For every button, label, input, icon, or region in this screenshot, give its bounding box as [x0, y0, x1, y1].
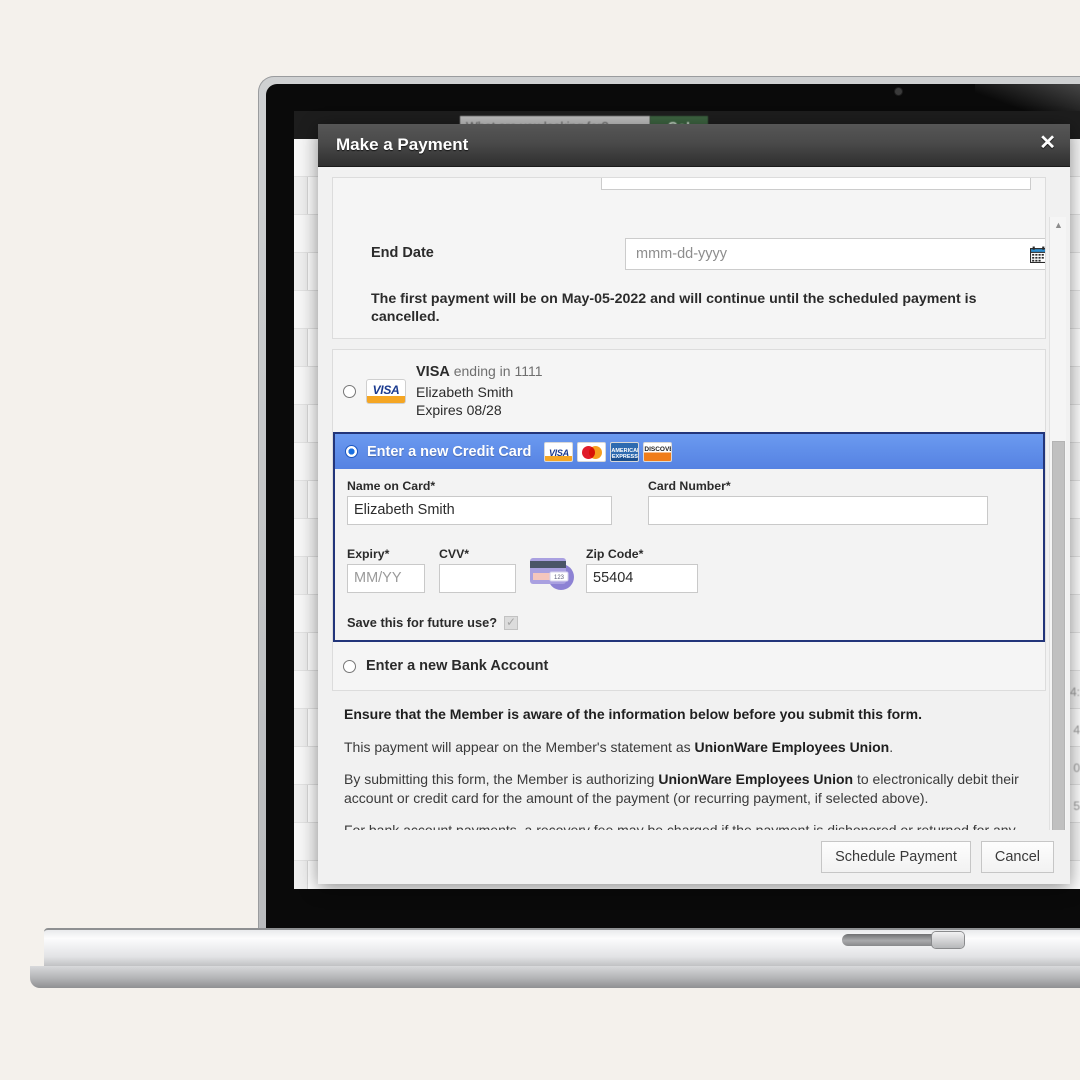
expiry-label-text: Expiry [347, 547, 385, 562]
first-payment-note: The first payment will be on May-05-2022… [371, 291, 977, 326]
zip-code-label-text: Zip Code [586, 547, 639, 562]
required-marker: * [384, 547, 390, 562]
calendar-icon[interactable] [1030, 246, 1046, 263]
accepted-card-brands: VISA AMERICAN EXPRESS DISCOVER [544, 441, 673, 462]
saved-card-expiry: Expires 08/28 [416, 402, 502, 419]
disclosure-heading: Ensure that the Member is aware of the i… [344, 706, 922, 723]
disclosure-line3-pre: By submitting this form, the Member is a… [344, 771, 659, 788]
new-bank-account-label: Enter a new Bank Account [366, 658, 549, 675]
discover-brand-text: DISCOVER [644, 445, 671, 453]
end-date-input[interactable]: mmm-dd-yyyy [625, 238, 1046, 270]
save-for-future-label: Save this for future use? [347, 615, 498, 631]
saved-card-ending: ending in 1111 [453, 363, 543, 379]
visa-brand-icon: VISA [544, 441, 574, 462]
credit-card-cvv-icon: 123 [530, 558, 574, 591]
make-a-payment-modal: Make a Payment ✕ ▲ ▼ End Date mmm-dd-yyy… [318, 124, 1070, 884]
zip-code-field: Zip Code* 55404 [586, 547, 698, 594]
cvv-label-text: CVV [439, 547, 465, 562]
disclosure-line3-org: UnionWare Employees Union [658, 771, 854, 788]
expiry-field: Expiry* MM/YY [347, 547, 425, 594]
name-on-card-input[interactable]: Elizabeth Smith [347, 496, 612, 526]
disclosure-line2-post: . [889, 738, 894, 755]
new-credit-card-label: Enter a new Credit Card [367, 443, 532, 460]
expiry-label: Expiry* [347, 547, 425, 561]
schedule-panel: End Date mmm-dd-yyyy The first payment w… [332, 177, 1046, 339]
saved-card-brand: VISA [416, 364, 450, 380]
card-number-label: Card Number* [648, 479, 988, 493]
site-value: 4 [1073, 723, 1080, 737]
cvv-field: CVV* [439, 547, 516, 594]
disclosure-statement-line: This payment will appear on the Member's… [344, 738, 1046, 756]
modal-header: Make a Payment ✕ [318, 124, 1070, 167]
saved-card-details: VISA ending in 1111 Elizabeth Smith Expi… [416, 362, 542, 420]
new-credit-card-header[interactable]: Enter a new Credit Card VISA AMERICAN EX… [335, 434, 1043, 470]
credit-card-form: Name on Card* Elizabeth Smith Card Numbe… [335, 469, 1043, 640]
name-on-card-label: Name on Card* [347, 479, 612, 493]
end-date-label: End Date [371, 245, 434, 261]
new-bank-account-radio[interactable] [343, 659, 356, 673]
new-credit-card-option: Enter a new Credit Card VISA AMERICAN EX… [333, 432, 1045, 643]
schedule-payment-button[interactable]: Schedule Payment [821, 841, 971, 873]
visa-logo-icon: VISA [366, 378, 406, 404]
site-value: 5 [1073, 799, 1080, 813]
visa-brand-text: VISA [548, 447, 569, 458]
card-number-field: Card Number* [648, 479, 988, 526]
laptop-base-lower [30, 966, 1080, 988]
save-for-future-row: Save this for future use? [347, 615, 1031, 630]
site-value: 0 [1073, 761, 1080, 775]
card-number-label-text: Card Number [648, 479, 726, 494]
amex-brand-text: AMERICAN EXPRESS [611, 447, 640, 460]
scene: What are you looking for? Go! [0, 0, 1080, 1080]
visa-logo-text: VISA [372, 382, 400, 397]
svg-text:123: 123 [554, 575, 565, 581]
required-marker: * [464, 547, 470, 562]
name-on-card-field: Name on Card* Elizabeth Smith [347, 479, 612, 526]
disclosure-line2-org: UnionWare Employees Union [694, 738, 890, 755]
start-date-input-partial[interactable] [601, 178, 1031, 190]
cancel-button[interactable]: Cancel [980, 841, 1054, 873]
mastercard-brand-icon [577, 441, 607, 462]
payment-methods-panel: VISA VISA ending in 1111 Elizabeth Smith… [332, 349, 1046, 692]
expiry-input[interactable]: MM/YY [347, 564, 425, 594]
scrollbar-thumb[interactable] [1052, 441, 1065, 858]
modal-body: ▲ ▼ End Date mmm-dd-yyyy [318, 167, 1070, 884]
disclosure-line2-pre: This payment will appear on the Member's… [344, 738, 695, 755]
discover-brand-icon: DISCOVER [643, 441, 673, 462]
close-icon[interactable]: ✕ [1039, 132, 1056, 154]
disclosure-authorization-line: By submitting this form, the Member is a… [344, 770, 1046, 807]
webcam-icon [895, 88, 902, 95]
saved-card-holder: Elizabeth Smith [416, 383, 514, 400]
new-credit-card-radio[interactable] [345, 445, 358, 459]
saved-card-radio[interactable] [343, 384, 356, 398]
zip-code-label: Zip Code* [586, 547, 698, 561]
scroll-up-arrow-icon[interactable]: ▲ [1050, 217, 1067, 233]
saved-card-option[interactable]: VISA VISA ending in 1111 Elizabeth Smith… [333, 350, 1045, 432]
site-value: 4: [1069, 685, 1080, 699]
card-number-input[interactable] [648, 496, 988, 526]
modal-scrollbar[interactable]: ▲ ▼ [1049, 217, 1066, 877]
cvv-label: CVV* [439, 547, 516, 561]
modal-footer: Schedule Payment Cancel [318, 830, 1070, 884]
required-marker: * [638, 547, 644, 562]
zip-code-input[interactable]: 55404 [586, 564, 698, 594]
amex-brand-icon: AMERICAN EXPRESS [610, 441, 640, 462]
cvv-input[interactable] [439, 564, 516, 594]
required-marker: * [430, 479, 436, 494]
modal-title: Make a Payment [336, 135, 469, 154]
save-for-future-checkbox[interactable] [504, 615, 519, 630]
required-marker: * [725, 479, 731, 494]
laptop-base-notch-cap [932, 932, 964, 948]
new-bank-account-option[interactable]: Enter a new Bank Account [333, 642, 1045, 690]
end-date-placeholder: mmm-dd-yyyy [636, 246, 728, 262]
name-on-card-label-text: Name on Card [347, 479, 431, 494]
